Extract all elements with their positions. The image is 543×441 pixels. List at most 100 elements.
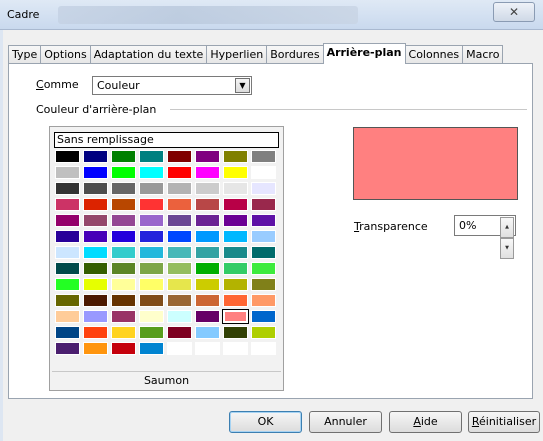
- color-swatch[interactable]: [223, 182, 248, 195]
- color-swatch[interactable]: [251, 342, 276, 355]
- color-swatch[interactable]: [167, 342, 192, 355]
- color-swatch[interactable]: [83, 198, 108, 211]
- color-swatch[interactable]: [251, 182, 276, 195]
- color-swatch[interactable]: [139, 214, 164, 227]
- color-swatch[interactable]: [195, 182, 220, 195]
- color-swatch[interactable]: [139, 246, 164, 259]
- tab-adaptation-du-texte[interactable]: Adaptation du texte: [89, 45, 208, 64]
- color-swatch[interactable]: [195, 342, 220, 355]
- color-swatch[interactable]: [139, 310, 164, 323]
- color-swatch[interactable]: [139, 182, 164, 195]
- color-swatch[interactable]: [83, 166, 108, 179]
- color-swatch[interactable]: [251, 198, 276, 211]
- color-swatch[interactable]: [195, 198, 220, 211]
- tab-bordures[interactable]: Bordures: [266, 45, 324, 64]
- color-swatch[interactable]: [139, 150, 164, 163]
- spin-up-icon[interactable]: ▲: [500, 217, 514, 238]
- color-swatch[interactable]: [55, 214, 80, 227]
- color-swatch[interactable]: [83, 246, 108, 259]
- color-swatch[interactable]: [83, 182, 108, 195]
- color-swatch[interactable]: [55, 182, 80, 195]
- color-swatch[interactable]: [251, 214, 276, 227]
- color-swatch[interactable]: [55, 198, 80, 211]
- color-swatch[interactable]: [139, 166, 164, 179]
- color-swatch[interactable]: [55, 262, 80, 275]
- color-swatch[interactable]: [111, 214, 136, 227]
- color-swatch[interactable]: [251, 310, 276, 323]
- tab-arrière-plan[interactable]: Arrière-plan: [322, 43, 406, 64]
- help-button[interactable]: Aide: [389, 411, 462, 433]
- color-swatch[interactable]: [223, 278, 248, 291]
- color-swatch[interactable]: [195, 166, 220, 179]
- tab-options[interactable]: Options: [40, 45, 91, 64]
- color-swatch[interactable]: [195, 278, 220, 291]
- color-swatch[interactable]: [55, 246, 80, 259]
- color-swatch[interactable]: [111, 246, 136, 259]
- tab-colonnes[interactable]: Colonnes: [404, 45, 464, 64]
- color-swatch[interactable]: [167, 246, 192, 259]
- as-combobox[interactable]: Couleur ▼: [92, 76, 252, 95]
- color-swatch[interactable]: [251, 294, 276, 307]
- spin-down-icon[interactable]: ▼: [500, 238, 514, 259]
- color-swatch[interactable]: [195, 230, 220, 243]
- color-swatch[interactable]: [111, 310, 136, 323]
- color-swatch[interactable]: [223, 230, 248, 243]
- color-swatch[interactable]: [195, 214, 220, 227]
- color-swatch[interactable]: [83, 278, 108, 291]
- cancel-button[interactable]: Annuler: [309, 411, 382, 433]
- tab-hyperlien[interactable]: Hyperlien: [206, 45, 268, 64]
- color-swatch[interactable]: [55, 294, 80, 307]
- color-swatch[interactable]: [167, 150, 192, 163]
- color-swatch[interactable]: [55, 342, 80, 355]
- color-swatch[interactable]: [223, 198, 248, 211]
- color-swatch[interactable]: [83, 326, 108, 339]
- color-swatch[interactable]: [83, 310, 108, 323]
- color-swatch[interactable]: [223, 150, 248, 163]
- color-swatch[interactable]: [223, 326, 248, 339]
- color-swatch[interactable]: [222, 309, 249, 324]
- color-swatch[interactable]: [111, 278, 136, 291]
- color-swatch[interactable]: [195, 262, 220, 275]
- title-bar[interactable]: Cadre ✕: [0, 0, 543, 30]
- color-swatch[interactable]: [55, 230, 80, 243]
- color-swatch[interactable]: [111, 198, 136, 211]
- color-swatch[interactable]: [111, 230, 136, 243]
- color-swatch[interactable]: [55, 326, 80, 339]
- ok-button[interactable]: OK: [229, 411, 302, 433]
- color-swatch[interactable]: [167, 262, 192, 275]
- color-swatch[interactable]: [111, 166, 136, 179]
- color-swatch[interactable]: [167, 166, 192, 179]
- color-swatch[interactable]: [55, 166, 80, 179]
- reset-button[interactable]: Réinitialiser: [468, 411, 540, 433]
- color-swatch[interactable]: [251, 326, 276, 339]
- color-swatch[interactable]: [167, 294, 192, 307]
- color-swatch[interactable]: [167, 214, 192, 227]
- color-swatch[interactable]: [83, 214, 108, 227]
- color-swatch[interactable]: [195, 294, 220, 307]
- color-swatch[interactable]: [167, 230, 192, 243]
- color-swatch[interactable]: [139, 278, 164, 291]
- color-swatch[interactable]: [139, 230, 164, 243]
- color-swatch[interactable]: [223, 342, 248, 355]
- color-swatch[interactable]: [167, 310, 192, 323]
- color-swatch[interactable]: [251, 166, 276, 179]
- color-swatch[interactable]: [55, 310, 80, 323]
- color-swatch[interactable]: [251, 150, 276, 163]
- color-swatch[interactable]: [195, 326, 220, 339]
- color-swatch[interactable]: [251, 278, 276, 291]
- color-swatch[interactable]: [223, 262, 248, 275]
- color-swatch[interactable]: [167, 278, 192, 291]
- color-swatch[interactable]: [55, 150, 80, 163]
- color-swatch[interactable]: [139, 198, 164, 211]
- color-swatch[interactable]: [251, 230, 276, 243]
- close-button[interactable]: ✕: [493, 2, 535, 22]
- tab-macro[interactable]: Macro: [462, 45, 504, 64]
- color-swatch[interactable]: [111, 182, 136, 195]
- color-swatch[interactable]: [83, 262, 108, 275]
- color-swatch[interactable]: [139, 326, 164, 339]
- color-swatch[interactable]: [223, 246, 248, 259]
- color-swatch[interactable]: [195, 246, 220, 259]
- color-swatch[interactable]: [111, 342, 136, 355]
- color-swatch[interactable]: [111, 294, 136, 307]
- color-swatch[interactable]: [223, 166, 248, 179]
